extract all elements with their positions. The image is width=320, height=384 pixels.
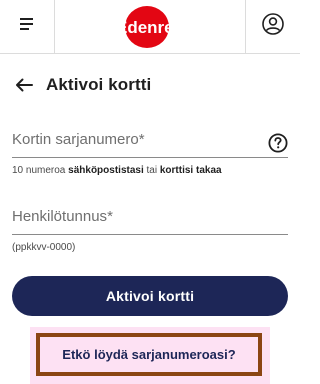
hamburger-menu-icon	[18, 17, 36, 36]
ssn-underline	[12, 234, 288, 235]
page-title-row: Aktivoi kortti	[12, 70, 151, 100]
brand-text: Edenred	[116, 18, 184, 37]
activate-card-button[interactable]: Aktivoi kortti	[12, 276, 288, 316]
user-circle-icon	[261, 12, 285, 41]
serial-number-underline	[12, 157, 288, 158]
menu-button[interactable]	[0, 0, 55, 53]
question-circle-icon[interactable]	[268, 133, 288, 153]
app-header: Edenred	[0, 0, 300, 54]
brand-logo[interactable]: Edenred	[105, 4, 195, 50]
ssn-label: Henkilötunnus*	[12, 208, 113, 225]
ssn-field[interactable]: Henkilötunnus*	[12, 208, 288, 238]
arrow-left-icon[interactable]	[12, 73, 36, 97]
serial-number-field[interactable]: Kortin sarjanumero*	[12, 131, 288, 161]
serial-number-helper: 10 numeroa sähköpostistasi tai korttisi …	[12, 165, 222, 176]
find-serial-link[interactable]: Etkö löydä sarjanumeroasi?	[36, 333, 262, 376]
profile-button[interactable]	[245, 0, 300, 53]
ssn-helper: (ppkkvv-0000)	[12, 242, 76, 253]
serial-number-label: Kortin sarjanumero*	[12, 131, 145, 148]
page-title: Aktivoi kortti	[46, 75, 152, 94]
